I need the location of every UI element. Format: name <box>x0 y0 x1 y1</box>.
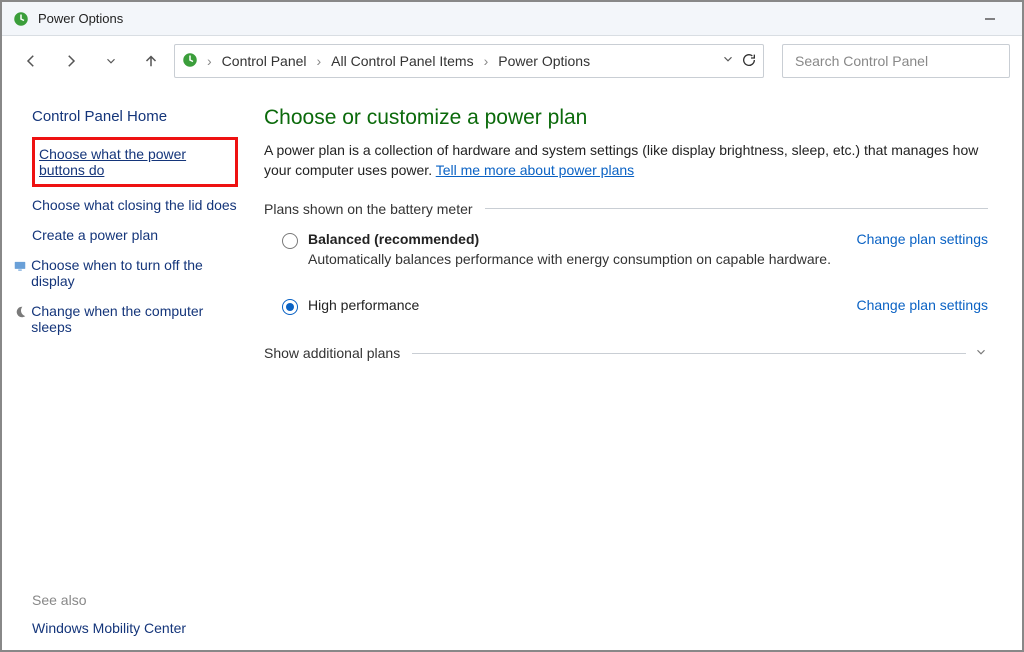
sidebar-item-power-buttons[interactable]: Choose what the power buttons do <box>32 137 238 187</box>
window-title: Power Options <box>38 11 968 26</box>
plan-title[interactable]: Balanced (recommended) <box>308 231 844 247</box>
plans-group-label: Plans shown on the battery meter <box>264 201 473 217</box>
change-plan-settings-link[interactable]: Change plan settings <box>856 231 988 247</box>
sidebar-item-label: Choose what the power buttons do <box>39 146 231 178</box>
recent-dropdown-button[interactable] <box>94 44 128 78</box>
up-button[interactable] <box>134 44 168 78</box>
window: Power Options › Control Panel › All Cont… <box>0 0 1024 652</box>
search-box[interactable] <box>782 44 1010 78</box>
address-bar[interactable]: › Control Panel › All Control Panel Item… <box>174 44 764 78</box>
forward-button[interactable] <box>54 44 88 78</box>
display-icon <box>12 259 27 276</box>
sidebar-item-create-plan[interactable]: Create a power plan <box>32 227 238 243</box>
plan-balanced: Balanced (recommended) Automatically bal… <box>264 231 988 277</box>
radio-balanced[interactable] <box>282 233 298 249</box>
sidebar-item-computer-sleeps[interactable]: Change when the computer sleeps <box>32 303 238 335</box>
search-input[interactable] <box>793 52 999 70</box>
sidebar-item-turn-off-display[interactable]: Choose when to turn off the display <box>32 257 238 289</box>
plan-high-performance: High performance Change plan settings <box>264 297 988 325</box>
titlebar: Power Options <box>2 2 1022 36</box>
plans-group-header: Plans shown on the battery meter <box>264 201 988 217</box>
plan-title[interactable]: High performance <box>308 297 844 313</box>
sidebar-item-label: Create a power plan <box>32 227 158 243</box>
breadcrumb-seg[interactable]: All Control Panel Items <box>329 49 475 73</box>
toolbar: › Control Panel › All Control Panel Item… <box>2 36 1022 86</box>
sidebar-item-label: Choose what closing the lid does <box>32 197 237 213</box>
sidebar-item-label: Change when the computer sleeps <box>31 303 238 335</box>
additional-plans-toggle[interactable]: Show additional plans <box>264 345 988 362</box>
minimize-button[interactable] <box>968 2 1012 35</box>
change-plan-settings-link[interactable]: Change plan settings <box>856 297 988 313</box>
moon-icon <box>12 305 27 322</box>
page-heading: Choose or customize a power plan <box>264 106 988 130</box>
additional-plans-label: Show additional plans <box>264 345 400 361</box>
chevron-right-icon[interactable]: › <box>205 53 214 69</box>
main-content: Choose or customize a power plan A power… <box>254 86 1022 650</box>
breadcrumb-seg[interactable]: Control Panel <box>220 49 309 73</box>
breadcrumb-seg[interactable]: Power Options <box>496 49 592 73</box>
see-also-mobility-center[interactable]: Windows Mobility Center <box>32 620 238 636</box>
refresh-button[interactable] <box>741 52 757 71</box>
learn-more-link[interactable]: Tell me more about power plans <box>436 162 634 178</box>
sidebar-item-label: Choose when to turn off the display <box>31 257 238 289</box>
chevron-down-icon <box>974 345 988 362</box>
back-button[interactable] <box>14 44 48 78</box>
divider <box>412 353 966 354</box>
sidebar: Control Panel Home Choose what the power… <box>2 86 254 650</box>
power-options-icon <box>12 10 30 28</box>
chevron-right-icon[interactable]: › <box>482 53 491 69</box>
divider <box>485 208 988 209</box>
content-body: Control Panel Home Choose what the power… <box>2 86 1022 650</box>
see-also-label: See also <box>32 592 238 608</box>
chevron-right-icon[interactable]: › <box>315 53 324 69</box>
chevron-down-icon[interactable] <box>721 52 735 71</box>
radio-high-performance[interactable] <box>282 299 298 315</box>
plan-desc: Automatically balances performance with … <box>308 251 844 267</box>
intro-text: A power plan is a collection of hardware… <box>264 140 988 181</box>
power-options-icon <box>181 51 199 72</box>
sidebar-item-closing-lid[interactable]: Choose what closing the lid does <box>32 197 238 213</box>
control-panel-home-link[interactable]: Control Panel Home <box>32 108 238 125</box>
